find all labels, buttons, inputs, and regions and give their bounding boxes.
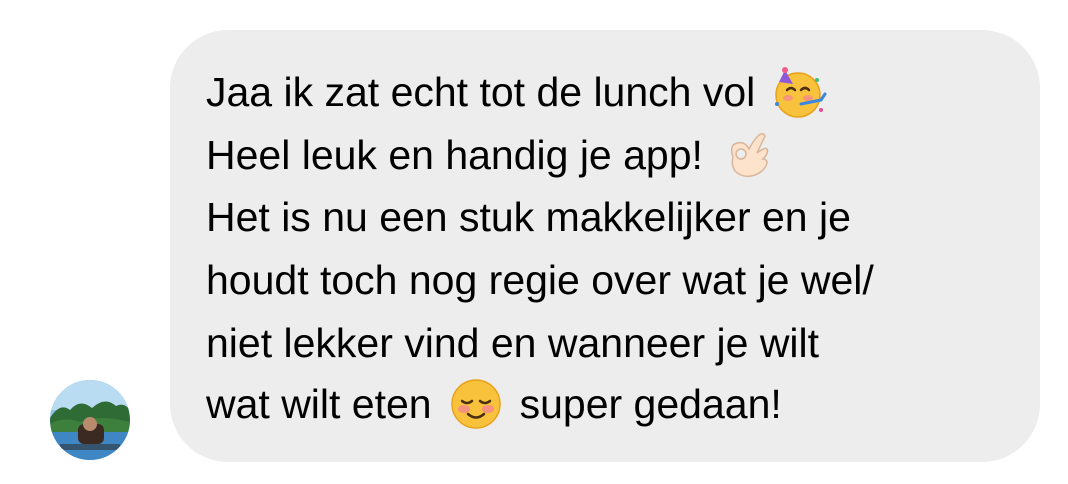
smiling-face-icon [448,376,504,432]
message-text: Heel leuk en handig je app! [206,132,703,178]
message-line-3: Het is nu een stuk makkelijker en je [206,190,851,241]
ok-hand-icon [719,127,775,183]
chat-thread: Jaa ik zat echt tot de lunch vol Heel le… [0,0,1068,484]
message-text: Het is nu een stuk makkelijker en je [206,194,851,241]
message-text: wat wilt eten [206,381,432,427]
message-text: super gedaan! [519,381,782,427]
message-line-6: wat wilt eten super gedaan! [206,376,782,432]
message-text: niet lekker vind en wanneer je wilt [206,320,820,367]
message-line-4: houdt toch nog regie over wat je wel/ [206,253,874,304]
message-text: Jaa ik zat echt tot de lunch vol [206,69,756,115]
message-text: houdt toch nog regie over wat je wel/ [206,257,874,304]
message-line-2: Heel leuk en handig je app! [206,127,775,183]
sender-avatar[interactable] [50,380,130,460]
message-bubble[interactable]: Jaa ik zat echt tot de lunch vol Heel le… [170,30,1040,462]
message-line-1: Jaa ik zat echt tot de lunch vol [206,64,827,120]
avatar-photo [50,380,130,460]
message-line-5: niet lekker vind en wanneer je wilt [206,316,819,367]
partying-face-icon [771,64,827,120]
